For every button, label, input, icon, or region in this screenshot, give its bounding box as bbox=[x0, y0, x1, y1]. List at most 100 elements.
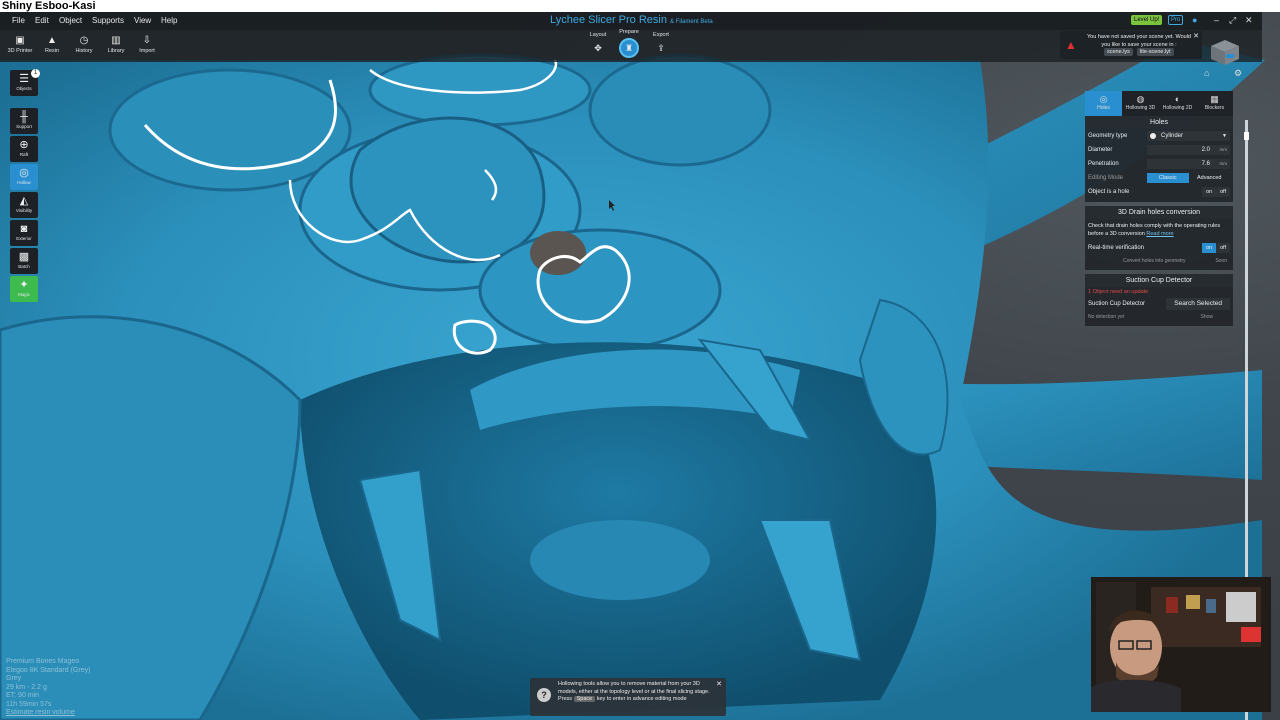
holes-section: Holes Geometry type Cylinder ▼ Diameter 2… bbox=[1085, 116, 1233, 202]
warning-icon: ▲ bbox=[1065, 38, 1077, 52]
left-objects[interactable]: ☰ Objects 1 bbox=[10, 69, 40, 96]
printer-icon: ▣ bbox=[15, 35, 25, 46]
tool-3d-printer[interactable]: ▣ 3D Printer bbox=[7, 35, 33, 54]
close-notification-icon[interactable]: ✕ bbox=[1193, 32, 1199, 40]
suction-detector-row: Suction Cup Detector Search Selected bbox=[1085, 297, 1233, 311]
hollowing-hint: ? Hollowing tools allow you to remove ma… bbox=[530, 678, 726, 716]
step-export[interactable]: Export ⇪ bbox=[646, 32, 676, 55]
holes-tab-icon: ◎ bbox=[1099, 94, 1108, 104]
menu-file[interactable]: File bbox=[12, 16, 25, 25]
left-raft[interactable]: ⊕ Raft bbox=[10, 136, 38, 162]
editing-advanced-button[interactable]: Advanced bbox=[1189, 173, 1231, 183]
menu-help[interactable]: Help bbox=[161, 16, 177, 25]
camera-controls: ⌂ ⚙ bbox=[1204, 68, 1242, 79]
diameter-row: Diameter 2.0 mm bbox=[1085, 143, 1233, 157]
hollow-icon: ◎ bbox=[19, 167, 29, 179]
suction-status: No detection yet bbox=[1088, 314, 1125, 320]
close-icon[interactable]: ✕ bbox=[1245, 15, 1253, 26]
import-icon: ⇩ bbox=[142, 35, 152, 46]
drain-title: 3D Drain holes conversion bbox=[1085, 206, 1233, 219]
hollow-tabs: ◎ Holes ◍ Hollowing 3D ◐ Hollowing 2D ▦ Bloc… bbox=[1085, 91, 1233, 116]
tab-holes[interactable]: ◎ Holes bbox=[1085, 91, 1122, 116]
search-selected-button[interactable]: Search Selected bbox=[1166, 298, 1230, 310]
show-button[interactable]: Show bbox=[1200, 311, 1213, 323]
level-up-button[interactable]: Level Up! bbox=[1131, 15, 1163, 25]
export-icon: ⇪ bbox=[657, 43, 665, 53]
suction-warning: 1 Object need an update bbox=[1088, 289, 1149, 295]
estimate-resin-link[interactable]: Estimate resin volume bbox=[6, 709, 90, 718]
chevron-down-icon: ▼ bbox=[1222, 133, 1227, 139]
drain-section: 3D Drain holes conversion Check that dra… bbox=[1085, 206, 1233, 270]
tab-hollowing-3d[interactable]: ◍ Hollowing 3D bbox=[1122, 91, 1159, 116]
tab-hollowing-2d[interactable]: ◐ Hollowing 2D bbox=[1159, 91, 1196, 116]
save-lyt-button[interactable]: lite-scene.lyt bbox=[1136, 48, 1174, 56]
tool-resin[interactable]: ▲ Resin bbox=[39, 35, 65, 54]
scene-info: Premium Bones Mageo Elegoo 8K Standard (… bbox=[6, 658, 91, 718]
tool-history[interactable]: ◷ History bbox=[71, 35, 97, 54]
layout-icon: ✥ bbox=[594, 43, 602, 53]
pro-badge[interactable]: Pro bbox=[1168, 15, 1184, 25]
app-title: Lychee Slicer Pro Resin & Filament Beta bbox=[550, 14, 713, 26]
save-notification: ▲ You have not saved your scene yet. Wou… bbox=[1060, 31, 1202, 59]
objects-count-badge: 1 bbox=[31, 69, 40, 78]
hollowing-3d-icon: ◍ bbox=[1136, 94, 1145, 104]
object-is-hole-toggle[interactable]: on off bbox=[1202, 187, 1230, 197]
resin-icon: ▲ bbox=[47, 35, 57, 46]
editing-classic-button[interactable]: Classic bbox=[1147, 173, 1189, 183]
menu-view[interactable]: View bbox=[134, 16, 151, 25]
home-icon[interactable]: ⌂ bbox=[1204, 68, 1209, 78]
left-batch[interactable]: ▩ Batch bbox=[10, 248, 38, 274]
settings-gear-icon[interactable]: ⚙ bbox=[1234, 68, 1242, 78]
editing-mode-row: Editing Mode Classic Advanced bbox=[1085, 171, 1233, 185]
realtime-verification-row: Real-time verification on off bbox=[1085, 241, 1233, 255]
webcam-overlay bbox=[1091, 577, 1271, 712]
geometry-type-select[interactable]: Cylinder ▼ bbox=[1147, 131, 1230, 141]
tool-library[interactable]: ▥ Library bbox=[103, 35, 129, 54]
account-icon[interactable]: ● bbox=[1192, 15, 1197, 25]
geometry-row: Geometry type Cylinder ▼ bbox=[1085, 129, 1233, 143]
suction-title: Suction Cup Detector bbox=[1085, 274, 1233, 287]
left-magic[interactable]: ✦ Magic bbox=[10, 276, 38, 302]
menu-edit[interactable]: Edit bbox=[35, 16, 49, 25]
menu-object[interactable]: Object bbox=[59, 16, 82, 25]
read-more-link[interactable]: Read more bbox=[1146, 231, 1173, 237]
blockers-icon: ▦ bbox=[1210, 94, 1219, 104]
left-hollow[interactable]: ◎ Hollow bbox=[10, 164, 38, 190]
save-lys-button[interactable]: scene.lys bbox=[1104, 48, 1133, 56]
suction-section: Suction Cup Detector 1 Object need an up… bbox=[1085, 274, 1233, 326]
window-title: Shiny Esboo-Kasi bbox=[0, 0, 1280, 12]
support-icon: ╫ bbox=[20, 111, 28, 123]
library-icon: ▥ bbox=[111, 35, 121, 46]
convert-holes-button[interactable]: Convert holes into geometry bbox=[1123, 255, 1186, 267]
diameter-input[interactable]: 2.0 mm bbox=[1147, 145, 1230, 155]
hollowing-2d-icon: ◐ bbox=[1174, 94, 1181, 104]
left-support[interactable]: ╫ Support bbox=[10, 108, 38, 134]
penetration-input[interactable]: 7.6 mm bbox=[1147, 159, 1230, 169]
close-hint-icon[interactable]: ✕ bbox=[716, 680, 722, 688]
minimize-icon[interactable]: – bbox=[1214, 15, 1219, 25]
left-exterior[interactable]: ◙ Exterior bbox=[10, 220, 38, 246]
object-is-hole-row: Object is a hole on off bbox=[1085, 185, 1233, 199]
menu-supports[interactable]: Supports bbox=[92, 16, 124, 25]
exterior-icon: ◙ bbox=[20, 223, 28, 235]
scrollbar-thumb[interactable] bbox=[1244, 132, 1249, 140]
prepare-icon: ♜ bbox=[619, 38, 639, 58]
batch-icon: ▩ bbox=[18, 251, 30, 263]
step-prepare[interactable]: Prepare ♜ bbox=[614, 29, 644, 58]
realtime-verification-toggle[interactable]: on off bbox=[1202, 243, 1230, 253]
hollow-settings-panel: ◎ Holes ◍ Hollowing 3D ◐ Hollowing 2D ▦ Bloc… bbox=[1085, 91, 1233, 330]
webcam-image bbox=[1091, 577, 1271, 712]
step-layout[interactable]: Layout ✥ bbox=[583, 32, 613, 55]
view-cube[interactable] bbox=[1207, 38, 1241, 66]
left-visibility[interactable]: ◭ Visibility bbox=[10, 192, 38, 218]
tool-import[interactable]: ⇩ Import bbox=[134, 35, 160, 54]
magic-icon: ✦ bbox=[19, 279, 29, 291]
suction-status-row: No detection yet Show bbox=[1085, 311, 1233, 323]
menu-bar: File Edit Object Supports View Help Lych… bbox=[0, 12, 1262, 30]
tab-blockers[interactable]: ▦ Blockers bbox=[1196, 91, 1233, 116]
maximize-icon[interactable]: ⤢ bbox=[1229, 15, 1236, 26]
left-tool-panel: ☰ Objects 1 ╫ Support ⊕ Raft ◎ Hollow ◭ Visibi… bbox=[10, 69, 40, 304]
space-key: Space bbox=[573, 696, 596, 702]
history-icon: ◷ bbox=[79, 35, 89, 46]
cylinder-icon bbox=[1150, 133, 1156, 139]
